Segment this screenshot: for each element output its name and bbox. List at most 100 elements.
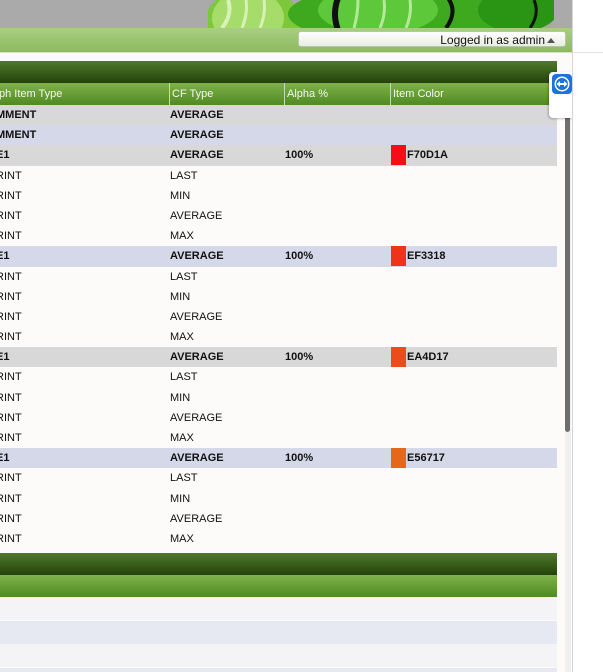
- login-status-text: Logged in as admin: [440, 33, 545, 47]
- table-row[interactable]: MMENT AVERAGE: [0, 105, 557, 126]
- graph-items-table: MMENT AVERAGE MMENT AVERAGE E1 AVERAGE 100% F70…: [0, 105, 557, 550]
- table-row[interactable]: RINT MIN: [0, 488, 557, 509]
- cell-cf-type: AVERAGE: [170, 250, 224, 263]
- cell-alpha: [285, 428, 389, 448]
- column-header-cf-type[interactable]: CF Type: [169, 83, 284, 105]
- cell-graph-item-type: RINT: [0, 512, 22, 525]
- cell-graph-item-type: RINT: [0, 432, 22, 444]
- main-viewport: Logged in as admin ph Item Type CF Type …: [0, 0, 572, 672]
- cell-item-color: [391, 327, 551, 347]
- cell-cf-type: AVERAGE: [170, 452, 224, 465]
- cell-graph-item-type: E1: [0, 250, 10, 263]
- color-swatch: [391, 347, 406, 368]
- cell-item-color: E56717: [391, 448, 551, 469]
- cell-item-color: [391, 468, 551, 488]
- cell-cf-type: MAX: [170, 331, 194, 344]
- table-row[interactable]: RINT LAST: [0, 165, 557, 186]
- cell-item-color: [391, 166, 551, 186]
- cell-alpha: [285, 287, 389, 307]
- table-row[interactable]: RINT LAST: [0, 367, 557, 388]
- table-row[interactable]: [0, 667, 557, 672]
- cell-item-color: [391, 388, 551, 408]
- table-row[interactable]: E1 AVERAGE 100% E56717: [0, 448, 557, 469]
- cell-cf-type: LAST: [170, 270, 198, 283]
- cell-alpha: [285, 105, 389, 125]
- cell-graph-item-type: RINT: [0, 411, 22, 424]
- table-row[interactable]: RINT AVERAGE: [0, 407, 557, 428]
- cell-cf-type: LAST: [170, 169, 198, 182]
- window-divider: [572, 0, 573, 672]
- table-row[interactable]: RINT MIN: [0, 387, 557, 408]
- cell-item-color: [391, 226, 551, 246]
- cell-item-color: F70D1A: [391, 145, 551, 166]
- table-row[interactable]: E1 AVERAGE 100% EF3318: [0, 246, 557, 267]
- cell-graph-item-type: RINT: [0, 270, 22, 283]
- cell-graph-item-type: E1: [0, 149, 10, 162]
- table-row[interactable]: RINT MAX: [0, 528, 557, 550]
- table-row[interactable]: RINT AVERAGE: [0, 508, 557, 529]
- table-row[interactable]: RINT MIN: [0, 286, 557, 307]
- cell-item-color: [391, 186, 551, 206]
- cell-graph-item-type: RINT: [0, 532, 22, 545]
- cell-alpha: [285, 166, 389, 186]
- column-header-item-type[interactable]: ph Item Type: [0, 83, 169, 105]
- cell-alpha: [285, 489, 389, 509]
- spacer: [0, 53, 572, 61]
- cell-graph-item-type: MMENT: [0, 129, 37, 142]
- cell-cf-type: MIN: [170, 391, 191, 404]
- color-hex-value: E56717: [407, 452, 445, 465]
- table-row[interactable]: [0, 597, 557, 620]
- table-row[interactable]: RINT MIN: [0, 185, 557, 206]
- cell-item-color: [391, 529, 551, 549]
- table-header-row: ph Item Type CF Type Alpha % Item Color: [0, 83, 557, 105]
- cell-graph-item-type: RINT: [0, 290, 22, 303]
- cell-alpha: [285, 267, 389, 287]
- cell-alpha: [285, 468, 389, 488]
- cell-item-color: [391, 206, 551, 226]
- cell-graph-item-type: RINT: [0, 169, 22, 182]
- table-row[interactable]: [0, 644, 557, 667]
- banner-cactus-art: [208, 0, 554, 28]
- cell-cf-type: AVERAGE: [170, 310, 223, 323]
- table-row[interactable]: E1 AVERAGE 100% EA4D17: [0, 347, 557, 368]
- cell-alpha: [285, 327, 389, 347]
- table-row[interactable]: RINT LAST: [0, 468, 557, 489]
- cell-item-color: [391, 408, 551, 428]
- table-row[interactable]: E1 AVERAGE 100% F70D1A: [0, 145, 557, 166]
- cell-cf-type: MAX: [170, 432, 194, 444]
- cell-cf-type: MAX: [170, 230, 194, 243]
- table-row[interactable]: RINT MAX: [0, 428, 557, 449]
- table-row[interactable]: RINT MAX: [0, 226, 557, 247]
- scrollbar-thumb[interactable]: [565, 92, 570, 432]
- cell-graph-item-type: RINT: [0, 189, 22, 202]
- cell-graph-item-type: RINT: [0, 492, 22, 505]
- column-header-alpha[interactable]: Alpha %: [284, 83, 390, 105]
- cell-graph-item-type: RINT: [0, 391, 22, 404]
- cell-item-color: [391, 105, 551, 125]
- table-row[interactable]: MMENT AVERAGE: [0, 125, 557, 146]
- cell-cf-type: MIN: [170, 189, 191, 202]
- cell-cf-type: MIN: [170, 290, 191, 303]
- cell-alpha: [285, 509, 389, 529]
- table-row[interactable]: RINT MAX: [0, 327, 557, 348]
- section-title-bar: [0, 553, 557, 575]
- table-row[interactable]: RINT AVERAGE: [0, 205, 557, 227]
- column-header-item-color[interactable]: Item Color: [390, 83, 557, 105]
- teamviewer-icon[interactable]: [552, 74, 572, 94]
- table-row[interactable]: RINT LAST: [0, 266, 557, 287]
- color-swatch: [391, 145, 406, 166]
- cell-cf-type: AVERAGE: [170, 109, 224, 121]
- triangle-up-icon: [547, 38, 555, 43]
- cell-item-color: [391, 307, 551, 327]
- cell-cf-type: MAX: [170, 532, 194, 545]
- table-row[interactable]: RINT AVERAGE: [0, 306, 557, 328]
- color-hex-value: EF3318: [407, 250, 446, 263]
- cell-item-color: [391, 489, 551, 509]
- cell-graph-item-type: RINT: [0, 371, 22, 384]
- color-swatch: [391, 246, 406, 267]
- table-row[interactable]: [0, 620, 557, 644]
- user-menu-button[interactable]: Logged in as admin: [298, 31, 566, 47]
- cell-cf-type: AVERAGE: [170, 129, 224, 142]
- cell-alpha: [285, 226, 389, 246]
- cell-alpha: [285, 388, 389, 408]
